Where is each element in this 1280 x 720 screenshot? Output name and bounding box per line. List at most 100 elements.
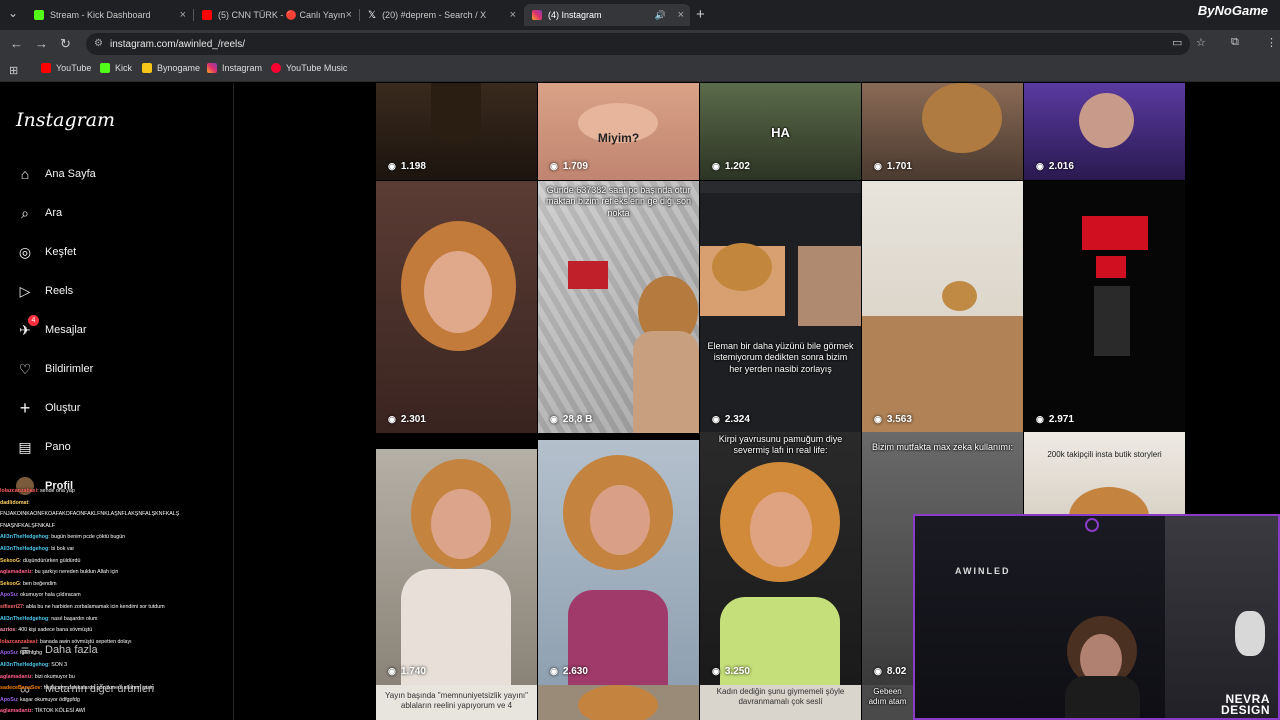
cast-icon[interactable]: ▭ xyxy=(1172,36,1182,49)
nav-messages[interactable]: ✈ 4 Mesajlar xyxy=(16,315,87,339)
reel-caption: Miyim? xyxy=(597,131,640,145)
site-info-icon[interactable]: ⚙ xyxy=(94,38,103,49)
chat-text: : ben beğendim xyxy=(20,580,57,587)
chat-message: FNJAKOINKAONFKOAFAKOFAONFAKLFNKLAŞNFLAKŞ… xyxy=(0,509,230,521)
tab-label: (5) CNN TÜRK - 🔴 Canlı Yayın xyxy=(218,9,346,20)
reel-caption: Yayın başında "memnuniyetsizlik yayını" … xyxy=(385,691,528,710)
nav-create[interactable]: + Oluştur xyxy=(16,398,81,418)
nav-search[interactable]: ⌕ Ara xyxy=(16,204,62,222)
play-icon: ◉ xyxy=(712,666,720,676)
forward-button[interactable]: → xyxy=(35,36,48,51)
view-count: ◉ 1.709 xyxy=(550,161,588,172)
webcam-overlay: AWINLED NEVRA DESIGN xyxy=(913,514,1280,720)
nav-explore[interactable]: ◎ Keşfet xyxy=(16,243,76,261)
chat-message: SekooG: düşündürürken güldürdü xyxy=(0,556,230,568)
menu-icon[interactable]: ⋮ xyxy=(1266,36,1277,49)
chat-text: : kaşar okumuyor ödfgpfdg xyxy=(17,696,80,703)
reel-tile[interactable]: ◉ 3.563 xyxy=(862,181,1023,433)
apps-grid-icon[interactable]: ⊞ xyxy=(9,64,18,77)
speaker-icon[interactable]: 🔊 xyxy=(655,10,666,21)
chat-text: : bi bok var xyxy=(48,545,75,552)
reel-tile[interactable]: 200k takipçili insta butik storyleri xyxy=(1024,432,1185,522)
tab-kick-dashboard[interactable]: Stream - Kick Dashboard × xyxy=(26,4,192,26)
reel-tile[interactable]: ◉ 1.198 xyxy=(376,83,537,180)
chat-text: : SON 3 xyxy=(48,661,68,668)
tab-x-search[interactable]: 𝕏 (20) #deprem - Search / X × xyxy=(360,4,522,26)
nav-notifications[interactable]: ♡ Bildirimler xyxy=(16,360,94,378)
chat-text: : TİKTOK KÖLESİ AWİ xyxy=(31,708,86,715)
chat-text: FNJAKOINKAONFKOAFAKOFAONFAKLFNKLAŞNFLAKŞ… xyxy=(0,511,180,518)
chat-message: ApoSu: okumuyor hala çıldıracam xyxy=(0,590,230,602)
bookmark-star-icon[interactable]: ☆ xyxy=(1196,36,1206,49)
nav-dashboard[interactable]: ▤ Pano xyxy=(16,438,71,456)
reel-tile[interactable]: Kirpi yavrusunu pamuğum diye severmiş la… xyxy=(700,432,861,685)
reel-tile[interactable]: ◉ 2.971 xyxy=(1024,181,1185,433)
view-count: ◉ 2.301 xyxy=(388,414,426,425)
view-count: ◉ 2.971 xyxy=(1036,414,1074,425)
chat-username: ApoSu xyxy=(0,592,18,599)
nav-label: Oluştur xyxy=(45,402,81,414)
chat-message: aglamadaniz: bu şarkıyı nereden buldun A… xyxy=(0,567,230,579)
play-icon: ◉ xyxy=(1036,414,1044,424)
close-icon[interactable]: × xyxy=(678,9,684,21)
bookmark-instagram[interactable]: Instagram xyxy=(207,63,262,73)
bookmark-youtube-music[interactable]: YouTube Music xyxy=(271,63,347,73)
chat-username: azrios xyxy=(0,627,16,634)
nav-reels[interactable]: ▷ Reels xyxy=(16,282,74,300)
nav-label: Keşfet xyxy=(45,246,77,258)
reel-tile[interactable]: Eleman bir daha yüzünü bile görmek istem… xyxy=(700,181,861,433)
instagram-logo[interactable]: Instagram xyxy=(16,109,115,131)
chat-text: FNAŞNFKALŞFNKALF xyxy=(0,522,56,529)
nav-label: Pano xyxy=(45,441,71,453)
bookmark-label: Instagram xyxy=(222,63,263,73)
brand-logo: ByNoGame xyxy=(1197,3,1268,18)
browser-toolbar: ← → ↻ ⚙ instagram.com/awinled_/reels/ ▭ … xyxy=(0,30,1280,58)
tab-search-icon[interactable]: ⌄ xyxy=(8,6,18,20)
reel-caption: Bizim mutfakta max zeka kullanımı: xyxy=(871,442,1014,452)
reel-tile[interactable]: Gebeen adım atam xyxy=(862,685,913,720)
chat-username: lolazcanzabasi xyxy=(0,638,38,645)
chat-username: All3nTheHedgehog xyxy=(0,534,49,541)
reel-caption: 200k takipçili insta butik storyleri xyxy=(1047,450,1162,459)
view-count: ◉ 8.02 xyxy=(874,666,907,677)
address-bar[interactable]: ⚙ instagram.com/awinled_/reels/ xyxy=(86,33,1190,55)
close-icon[interactable]: × xyxy=(510,9,516,21)
extensions-icon[interactable]: ⧉ xyxy=(1231,36,1239,49)
chat-text: : sende ona yap xyxy=(37,488,75,494)
bookmarks-bar: ⊞ YouTube Kick Bynogame Instagram YouTub… xyxy=(0,58,1280,82)
reel-tile[interactable]: Kadın dediğin şunu giymemeli şöyle davra… xyxy=(700,685,861,720)
reel-tile[interactable]: ◉ 2.301 xyxy=(376,181,537,433)
reel-caption: Kadın dediğin şunu giymemeli şöyle davra… xyxy=(716,687,845,706)
chat-message: All3nTheHedgehog: bugün benim pcde çöktü… xyxy=(0,532,230,544)
reel-tile[interactable]: Yayın başında "memnuniyetsizlik yayını" … xyxy=(376,685,537,720)
view-count: ◉ 3.250 xyxy=(712,666,750,677)
reel-tile[interactable]: Günde 637382 saat pc başında otur maktan… xyxy=(538,181,699,433)
home-icon: ⌂ xyxy=(20,166,30,182)
reel-tile[interactable]: ◉ 1.740 xyxy=(376,449,537,685)
reel-tile[interactable] xyxy=(538,685,699,720)
tab-cnn-turk[interactable]: (5) CNN TÜRK - 🔴 Canlı Yayın × xyxy=(194,4,358,26)
chat-text: : hepsi ayrı dakikalarda gözükmedi allah… xyxy=(40,685,154,692)
bookmark-youtube[interactable]: YouTube xyxy=(41,63,91,73)
reload-button[interactable]: ↻ xyxy=(60,36,71,52)
reel-caption: Eleman bir daha yüzünü bile görmek istem… xyxy=(707,341,854,374)
bookmark-bynogame[interactable]: Bynogame xyxy=(142,63,200,73)
tab-instagram[interactable]: (4) Instagram 🔊 × xyxy=(524,4,690,26)
back-button[interactable]: ← xyxy=(10,36,23,51)
reel-tile[interactable]: Miyim? ◉ 1.709 xyxy=(538,83,699,180)
reel-tile[interactable]: HA ◉ 1.202 xyxy=(700,83,861,180)
bookmark-kick[interactable]: Kick xyxy=(100,63,132,73)
chat-username: lolazcanzabasi xyxy=(0,488,38,494)
chat-text: : bu şarkıyı nereden buldun Allah için xyxy=(31,569,119,576)
reel-tile[interactable]: ◉ 2.016 xyxy=(1024,83,1185,180)
nav-home[interactable]: ⌂ Ana Sayfa xyxy=(16,165,96,183)
chat-username: dadlidomat xyxy=(0,499,29,506)
tab-label: (4) Instagram xyxy=(548,10,602,20)
view-count: ◉ 1.198 xyxy=(388,161,426,172)
reel-tile[interactable]: ◉ 1.701 xyxy=(862,83,1023,180)
close-icon[interactable]: × xyxy=(346,9,352,21)
new-tab-button[interactable]: + xyxy=(696,6,705,23)
close-icon[interactable]: × xyxy=(180,9,186,21)
nav-label: Ana Sayfa xyxy=(45,168,96,180)
reel-tile[interactable]: ◉ 2.630 xyxy=(538,440,699,685)
